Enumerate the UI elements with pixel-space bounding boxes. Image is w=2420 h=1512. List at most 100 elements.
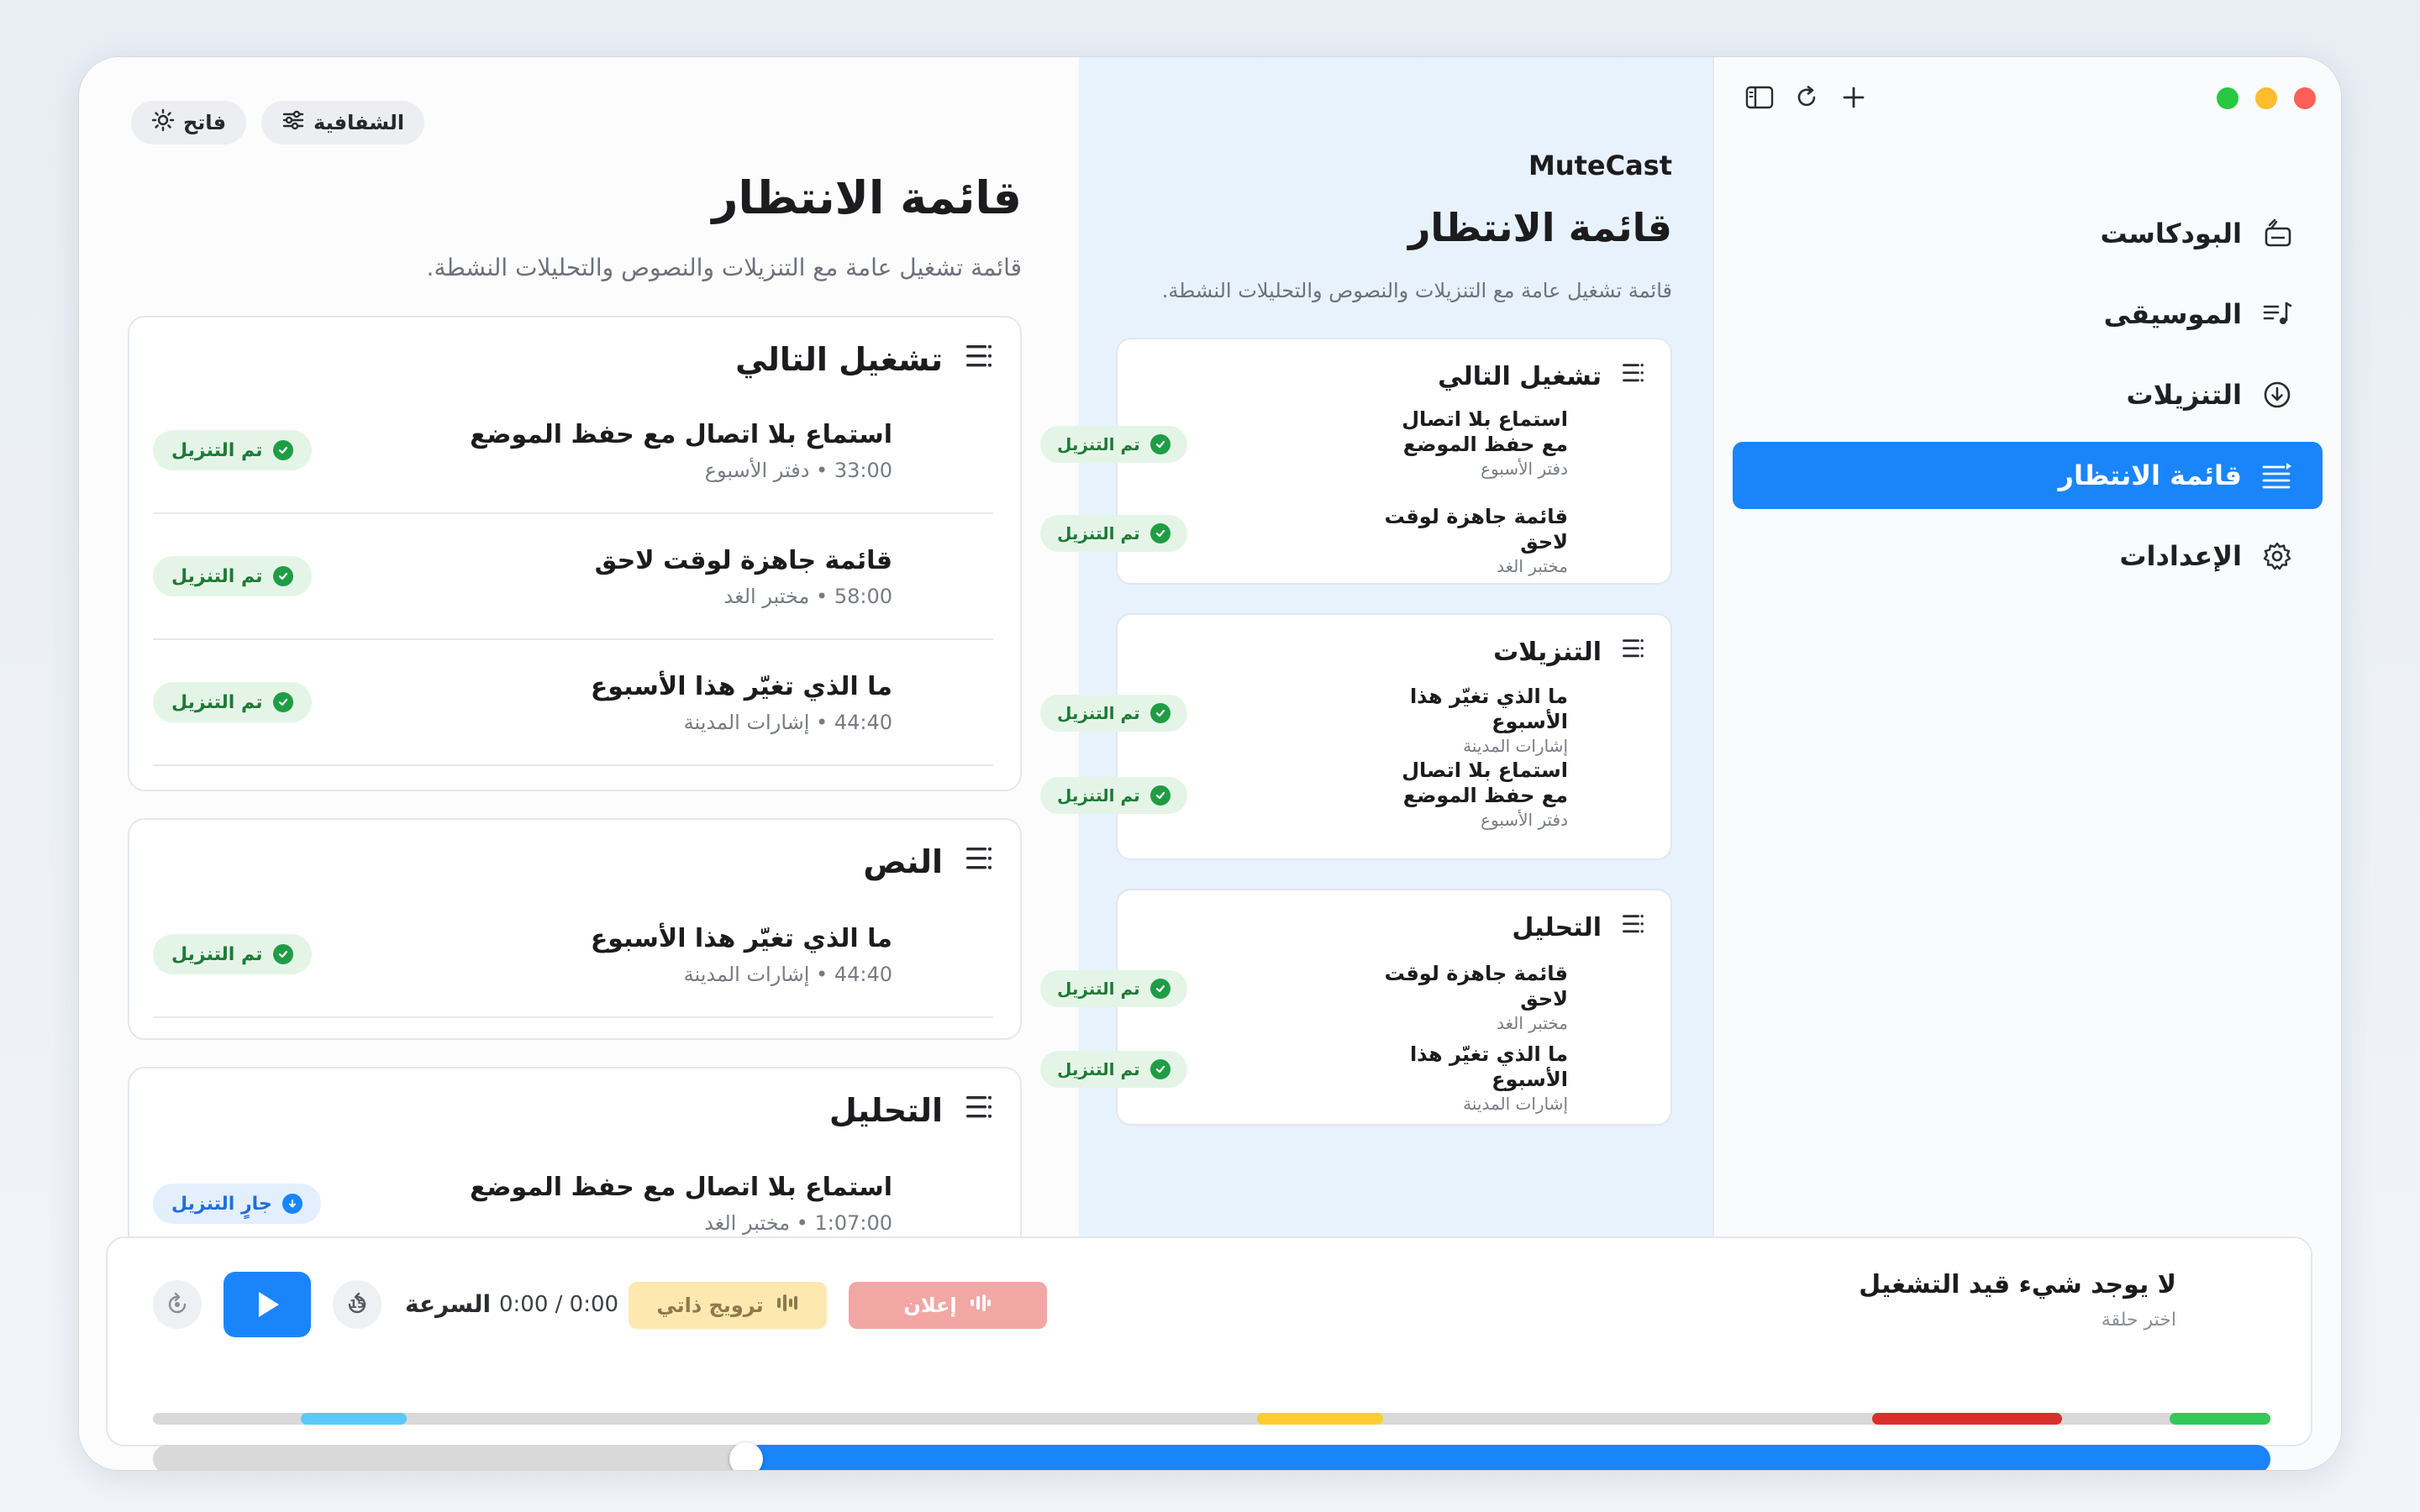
status-badge: تم التنزيل [1040,695,1187,732]
episode-meta: دفتر الأسبوع [1481,810,1568,830]
now-playing: لا يوجد شيء قيد التشغيل اختر حلقة [1859,1270,2176,1331]
segment-outro [2170,1413,2270,1425]
scrubber-fill [746,1445,2270,1470]
list-item[interactable]: قائمة جاهزة لوقت لاحق مختبر الغد تم التن… [1040,961,1568,1033]
status-badge: جارٍ التنزيل [153,1184,321,1224]
list-item[interactable]: ما الذي تغيّر هذا الأسبوع 44:40 • إشارات… [153,892,993,1018]
download-arrow-icon [281,1194,302,1214]
ad-waveform-icon [969,1293,992,1318]
zoom-window-button[interactable] [2217,87,2238,109]
play-button[interactable] [224,1272,311,1337]
sidebar-nav: البودكاست الموسيقى التنزيلات قائمة الانت… [1733,200,2323,603]
episode-title: استماع بلا اتصال مع حفظ الموضع [470,420,892,449]
toolbar-pills: فاتح الشفافية [131,101,425,144]
status-badge: تم التنزيل [1040,970,1187,1007]
episode-meta: دفتر الأسبوع [1481,459,1568,479]
status-badge: تم التنزيل [153,934,312,974]
transparency-label: الشفافية [313,111,405,134]
column-subtitle: قائمة تشغيل عامة مع التنزيلات والنصوص وا… [1161,279,1672,302]
page-subtitle: قائمة تشغيل عامة مع التنزيلات والنصوص وا… [426,254,1022,281]
episode-meta: 33:00 • دفتر الأسبوع [704,459,892,482]
player-bar: 15 السرعة 0:00 / 0:00 ترويج ذاتي إعلان ل… [106,1236,2312,1470]
sidebar-item-downloads[interactable]: التنزيلات [1733,361,2323,428]
time-readout: 0:00 / 0:00 [499,1292,619,1317]
segment-bar [153,1413,2270,1425]
podcast-icon [2260,217,2294,250]
sidebar-toggle-icon[interactable] [1744,82,1775,113]
list-item[interactable]: استماع بلا اتصال مع حفظ الموضع دفتر الأس… [1040,758,1568,833]
speed-button[interactable]: السرعة [405,1290,491,1318]
close-window-button[interactable] [2294,87,2316,109]
sidebar-item-settings[interactable]: الإعدادات [1733,522,2323,590]
list-icon [1617,912,1645,942]
list-icon [1617,637,1645,667]
skip-back-icon: 15 [333,1280,381,1329]
sliders-icon [281,108,305,137]
sidebar-item-podcasts[interactable]: البودكاست [1733,200,2323,267]
sidebar-item-label: قائمة الانتظار [2058,459,2242,491]
playback-scrubber[interactable] [153,1442,2270,1470]
skip-forward-icon [153,1280,202,1329]
promo-chip: ترويج ذاتي [629,1282,827,1329]
list-icon [960,1092,993,1129]
list-icon [960,843,993,880]
sidebar-item-queue[interactable]: قائمة الانتظار [1733,442,2323,509]
status-badge: تم التنزيل [1040,515,1187,552]
episode-meta: إشارات المدينة [1463,736,1568,756]
minimize-window-button[interactable] [2255,87,2277,109]
self-promo-skip-button[interactable]: ترويج ذاتي [629,1282,827,1329]
episode-title: ما الذي تغيّر هذا الأسبوع [1409,1042,1568,1091]
episode-title: قائمة جاهزة لوقت لاحق [594,546,892,575]
sidebar-item-label: الإعدادات [2119,540,2242,572]
check-icon [1150,979,1171,999]
episode-title: قائمة جاهزة لوقت لاحق [1384,962,1568,1011]
sidebar-item-music[interactable]: الموسيقى [1733,281,2323,348]
list-item[interactable]: ما الذي تغيّر هذا الأسبوع إشارات المدينة… [1040,684,1568,756]
sidebar-item-label: البودكاست [2100,218,2243,249]
theme-toggle-button[interactable]: فاتح [131,101,247,144]
card-title: التحليل [829,1092,943,1129]
download-icon [2260,378,2294,412]
episode-meta: إشارات المدينة [1463,1094,1568,1114]
play-next-card: تشغيل التالي استماع بلا اتصال مع حفظ الم… [1040,338,1672,585]
sidebar-item-label: التنزيلات [2126,379,2242,411]
segment-ad [1872,1413,2062,1425]
theme-label: فاتح [183,111,227,134]
card-header: تشغيل التالي [1438,361,1645,391]
now-playing-subtitle: اختر حلقة [2101,1310,2176,1331]
check-icon [272,692,293,712]
skip-forward-button[interactable] [153,1280,202,1329]
card-title: التنزيلات [1493,637,1602,667]
episode-title: استماع بلا اتصال مع حفظ الموضع [1402,759,1568,807]
list-item[interactable]: ما الذي تغيّر هذا الأسبوع 44:40 • إشارات… [153,640,993,766]
play-icon [224,1272,311,1337]
scrubber-knob[interactable] [729,1442,763,1470]
list-item[interactable]: قائمة جاهزة لوقت لاحق 58:00 • مختبر الغد… [153,514,993,640]
status-badge: تم التنزيل [1040,1051,1187,1088]
segment-intro [301,1413,407,1425]
transparency-button[interactable]: الشفافية [261,101,425,144]
list-icon [960,341,993,378]
status-badge: تم التنزيل [1040,777,1187,814]
downloads-card: التنزيلات ما الذي تغيّر هذا الأسبوع إشار… [1040,613,1672,860]
list-item[interactable]: ما الذي تغيّر هذا الأسبوع إشارات المدينة… [1040,1042,1568,1114]
episode-meta: مختبر الغد [1497,1013,1568,1033]
music-icon [2260,297,2294,331]
refresh-icon[interactable] [1791,82,1822,113]
ad-skip-button[interactable]: إعلان [849,1282,1047,1329]
check-icon [1150,703,1171,723]
list-item[interactable]: استماع بلا اتصال مع حفظ الموضع دفتر الأس… [1040,407,1568,482]
transcript-card: النص ما الذي تغيّر هذا الأسبوع 44:40 • إ… [128,818,1022,1040]
status-badge: تم التنزيل [153,430,312,470]
add-icon[interactable] [1839,82,1869,113]
check-icon [1150,1059,1171,1079]
list-item[interactable]: قائمة جاهزة لوقت لاحق مختبر الغد تم التن… [1040,504,1568,576]
episode-title: استماع بلا اتصال مع حفظ الموضع [1402,407,1568,456]
card-header: تشغيل التالي [735,341,993,378]
list-item[interactable]: استماع بلا اتصال مع حفظ الموضع 33:00 • د… [153,388,993,514]
episode-title: قائمة جاهزة لوقت لاحق [1384,505,1568,554]
play-next-card: تشغيل التالي استماع بلا اتصال مع حفظ الم… [128,316,1022,791]
skip-back-button[interactable]: 15 [333,1280,381,1329]
sun-icon [151,108,175,137]
promo-label: ترويج ذاتي [656,1294,764,1317]
